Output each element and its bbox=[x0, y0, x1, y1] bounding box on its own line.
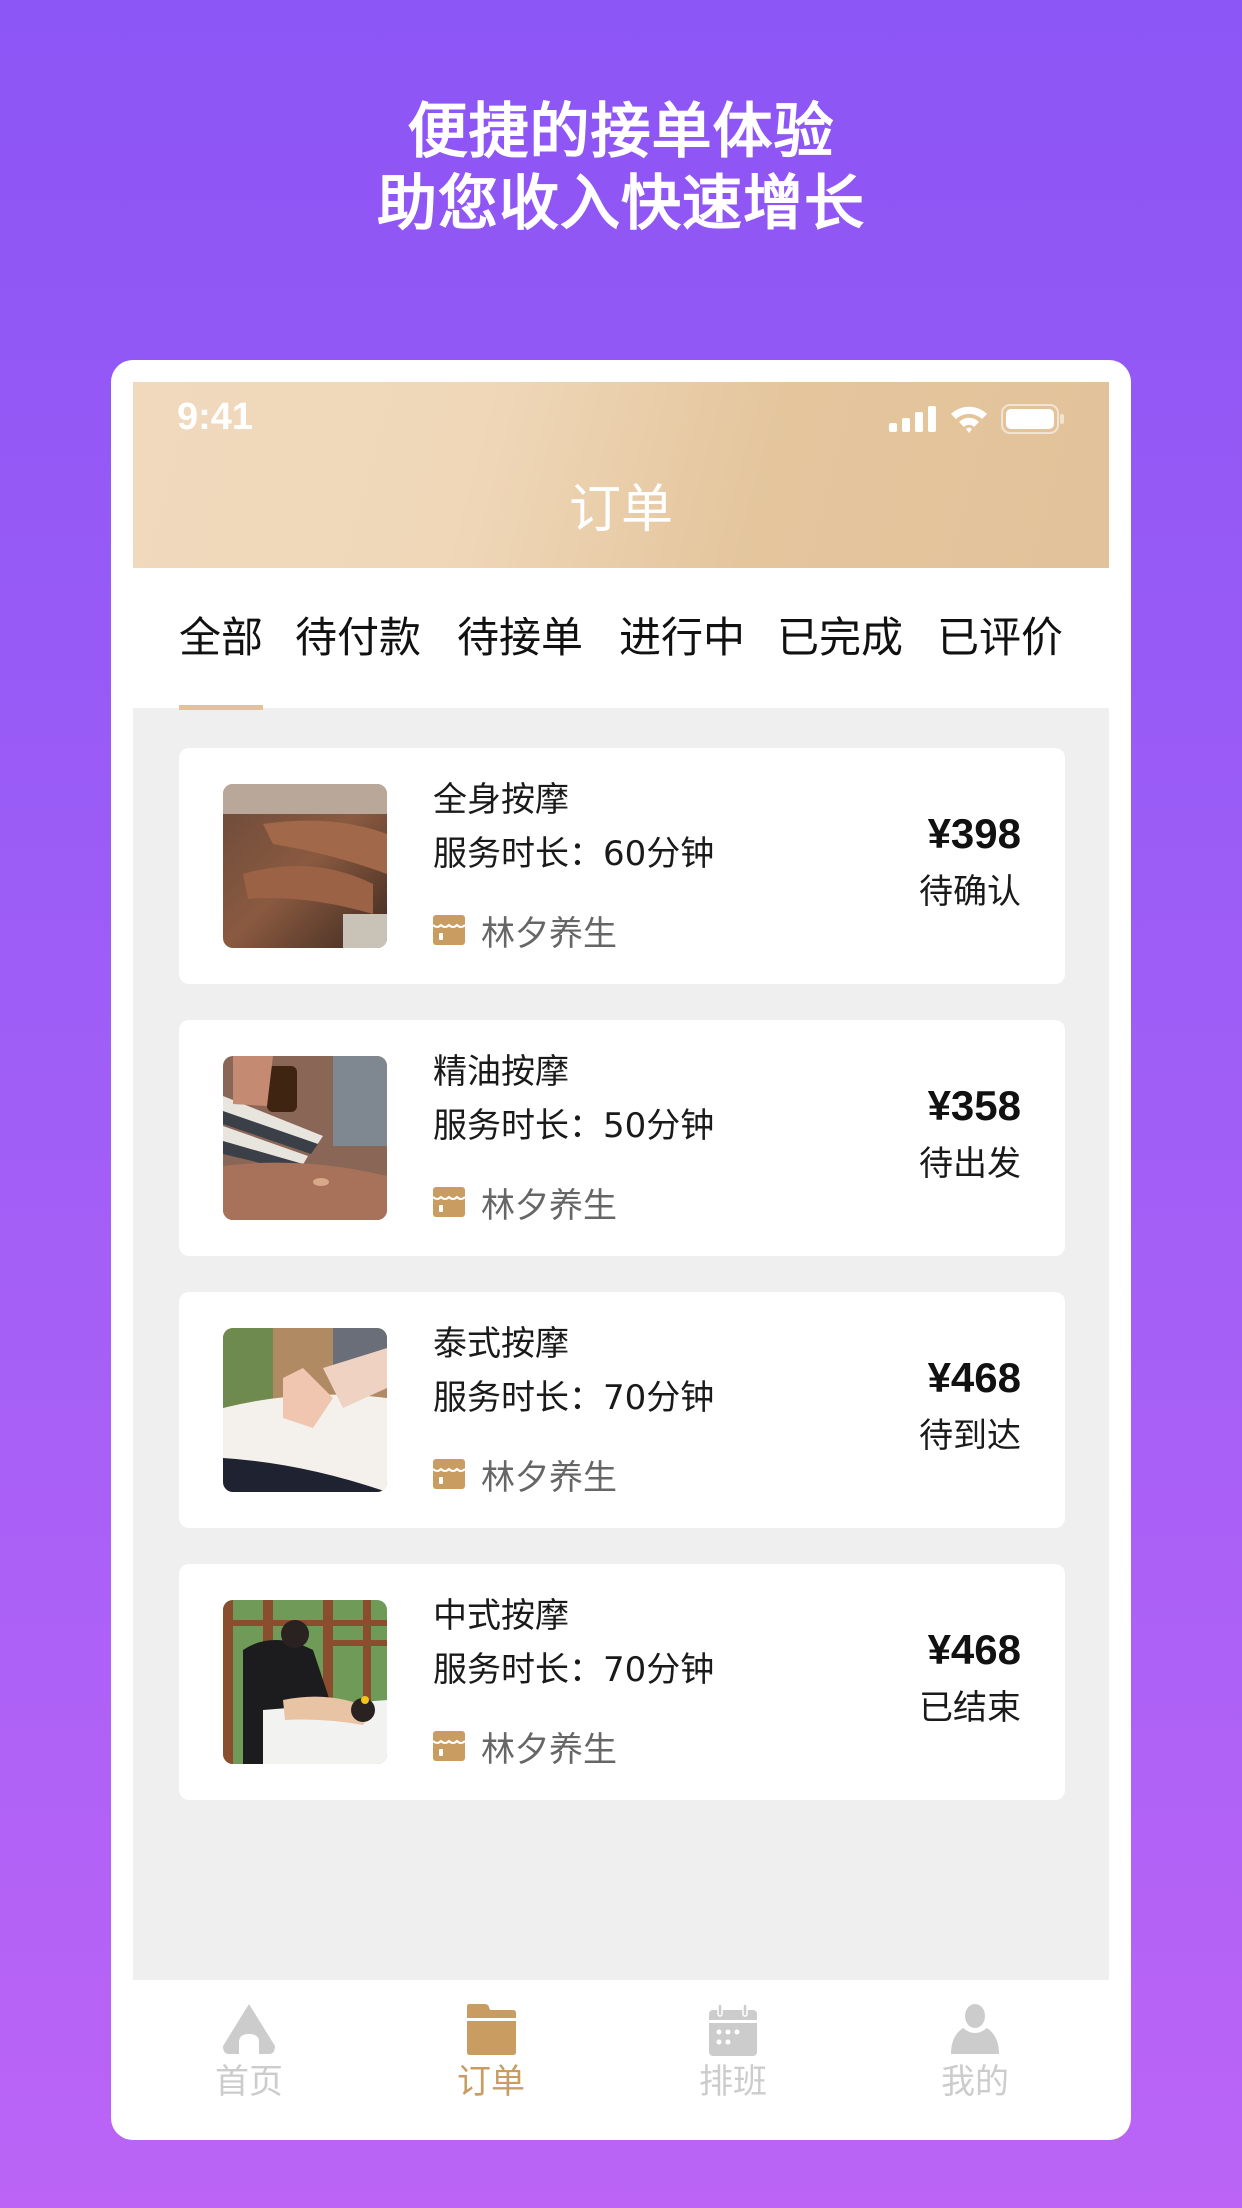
nav-label: 首页 bbox=[215, 2062, 283, 2102]
nav-home[interactable]: 首页 bbox=[179, 2002, 319, 2104]
service-name: 精油按摩 bbox=[433, 1052, 569, 1092]
nav-label: 排班 bbox=[699, 2062, 767, 2102]
headline-line-1: 便捷的接单体验 bbox=[407, 97, 835, 167]
user-icon bbox=[951, 2004, 999, 2054]
service-name: 中式按摩 bbox=[433, 1596, 569, 1636]
shop-info: 林夕养生 bbox=[433, 1180, 617, 1226]
order-price: ¥468 bbox=[927, 1354, 1021, 1401]
order-card[interactable]: 精油按摩 服务时长：50分钟 林夕养生 ¥358 待出发 bbox=[179, 1020, 1065, 1256]
shop-name: 林夕养生 bbox=[481, 1185, 617, 1226]
shop-name: 林夕养生 bbox=[481, 913, 617, 954]
nav-label: 订单 bbox=[457, 2062, 525, 2102]
back-massage-photo bbox=[223, 784, 387, 948]
shop-icon bbox=[433, 1187, 465, 1217]
app-screen: 9:41 订单 全部 待付款 待接单 进行中 已完成 已评价 全身按摩 服务时长… bbox=[133, 382, 1109, 2140]
shop-info: 林夕养生 bbox=[433, 1724, 617, 1770]
tab-in-progress[interactable]: 进行中 bbox=[619, 610, 745, 666]
order-price: ¥358 bbox=[927, 1082, 1021, 1129]
tab-pending-payment[interactable]: 待付款 bbox=[295, 610, 421, 666]
calendar-icon bbox=[709, 2003, 757, 2056]
shop-name: 林夕养生 bbox=[481, 1729, 617, 1770]
order-status: 待确认 bbox=[919, 872, 1021, 912]
order-price: ¥468 bbox=[927, 1626, 1021, 1673]
order-tabs: 全部 待付款 待接单 进行中 已完成 已评价 bbox=[133, 568, 1109, 710]
shop-info: 林夕养生 bbox=[433, 908, 617, 954]
order-card[interactable]: 泰式按摩 服务时长：70分钟 林夕养生 ¥468 待到达 bbox=[179, 1292, 1065, 1528]
headline-line-2: 助您收入快速增长 bbox=[377, 169, 865, 239]
tab-pending-accept[interactable]: 待接单 bbox=[457, 610, 583, 666]
nav-orders[interactable]: 订单 bbox=[421, 2002, 561, 2104]
folder-icon bbox=[467, 2004, 516, 2055]
shop-icon bbox=[433, 915, 465, 945]
home-icon bbox=[223, 2004, 275, 2054]
active-tab-indicator bbox=[179, 705, 263, 710]
promo-headline: 便捷的接单体验 助您收入快速增长 bbox=[0, 96, 1242, 240]
page-title: 订单 bbox=[568, 480, 673, 540]
wifi-icon bbox=[951, 406, 987, 433]
nav-profile[interactable]: 我的 bbox=[905, 2002, 1045, 2104]
order-status: 已结束 bbox=[919, 1688, 1021, 1728]
service-duration: 服务时长：70分钟 bbox=[433, 1650, 715, 1690]
status-time: 9:41 bbox=[177, 396, 254, 438]
shop-icon bbox=[433, 1459, 465, 1489]
nav-label: 我的 bbox=[941, 2062, 1009, 2102]
shop-info: 林夕养生 bbox=[433, 1452, 617, 1498]
shop-icon bbox=[433, 1731, 465, 1761]
signal-icon bbox=[889, 406, 936, 432]
service-duration: 服务时长：50分钟 bbox=[433, 1106, 715, 1146]
chinese-massage-photo bbox=[223, 1600, 387, 1764]
status-icons bbox=[889, 404, 1065, 434]
service-name: 全身按摩 bbox=[433, 780, 569, 820]
thai-massage-photo bbox=[223, 1328, 387, 1492]
app-header: 9:41 订单 bbox=[133, 382, 1109, 568]
battery-icon bbox=[1001, 404, 1064, 434]
service-duration: 服务时长：60分钟 bbox=[433, 834, 715, 874]
phone-frame: 9:41 订单 全部 待付款 待接单 进行中 已完成 已评价 全身按摩 服务时长… bbox=[111, 360, 1131, 2140]
nav-schedule[interactable]: 排班 bbox=[663, 2002, 803, 2104]
tab-all[interactable]: 全部 bbox=[179, 610, 263, 666]
service-duration: 服务时长：70分钟 bbox=[433, 1378, 715, 1418]
tab-completed[interactable]: 已完成 bbox=[777, 610, 903, 666]
order-price: ¥398 bbox=[927, 810, 1021, 857]
order-status: 待出发 bbox=[919, 1144, 1021, 1184]
bottom-nav: 首页 订单 排班 我的 bbox=[133, 1980, 1109, 2140]
order-status: 待到达 bbox=[919, 1416, 1021, 1456]
order-card[interactable]: 全身按摩 服务时长：60分钟 林夕养生 ¥398 待确认 bbox=[179, 748, 1065, 984]
service-name: 泰式按摩 bbox=[433, 1324, 569, 1364]
order-card[interactable]: 中式按摩 服务时长：70分钟 林夕养生 ¥468 已结束 bbox=[179, 1564, 1065, 1800]
shop-name: 林夕养生 bbox=[481, 1457, 617, 1498]
oil-massage-photo bbox=[223, 1056, 387, 1220]
tab-reviewed[interactable]: 已评价 bbox=[937, 610, 1063, 666]
